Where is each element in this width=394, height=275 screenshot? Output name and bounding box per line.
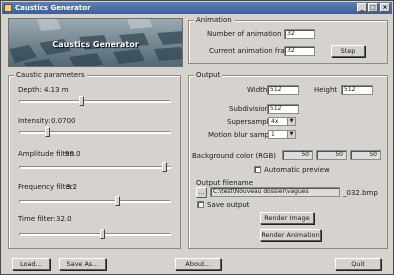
output-filename-suffix: _032.bmp (343, 189, 378, 197)
motion-blur-value: 1 (271, 131, 275, 138)
animation-group-title: Animation (194, 16, 234, 24)
depth-slider-thumb[interactable] (79, 96, 84, 106)
amplitude-slider-track (19, 166, 171, 169)
save-output-checkbox[interactable] (197, 201, 204, 208)
time-slider[interactable] (19, 229, 171, 239)
render-image-button[interactable]: Render Image (260, 212, 314, 224)
width-input[interactable]: 512 (267, 85, 299, 95)
save-output-label: Save output (207, 201, 250, 209)
maximize-icon[interactable]: □ (368, 3, 378, 12)
about-button[interactable]: About... (175, 258, 221, 270)
supersampling-value: 4x (271, 118, 279, 125)
bg-red-input[interactable]: 50 (282, 150, 313, 160)
output-group-title: Output (194, 71, 223, 79)
intensity-label: Intensity: (18, 117, 51, 125)
app-icon (4, 4, 12, 12)
time-slider-track (19, 233, 171, 236)
supersampling-select[interactable]: 4x ▼ (268, 117, 296, 126)
frequency-slider[interactable] (19, 196, 171, 206)
browse-folder-icon[interactable]: … (196, 187, 207, 198)
bg-blue-input[interactable]: 50 (350, 150, 381, 160)
output-group: Output Width 512 Height 512 Subdivisions… (188, 71, 388, 249)
load-button[interactable]: Load... (12, 258, 50, 270)
caustics-generator-window: Caustics Generator _ □ × Caustics Genera… (0, 0, 394, 275)
current-frame-label: Current animation frame (209, 47, 296, 55)
height-label: Height (314, 86, 338, 94)
banner-image: Caustics Generator (8, 18, 183, 67)
chevron-down-icon[interactable]: ▼ (287, 131, 295, 138)
caustic-parameters-group: Caustic parameters Depth: 4.13 m Intensi… (8, 71, 181, 249)
time-slider-thumb[interactable] (100, 229, 105, 239)
width-label: Width (247, 86, 268, 94)
depth-value: 4.13 m (44, 86, 69, 94)
time-label: Time filter: (18, 215, 56, 223)
output-filename-input[interactable]: C:\test\Nouveau dossier\vagues (210, 187, 340, 197)
automatic-preview-label: Automatic preview (264, 166, 330, 174)
current-frame-input[interactable]: 32 (284, 46, 315, 56)
intensity-slider[interactable] (19, 127, 171, 137)
window-title: Caustics Generator (15, 4, 91, 12)
output-filename-label: Output filename (196, 179, 254, 187)
minimize-icon[interactable]: _ (357, 3, 367, 12)
depth-label: Depth: (18, 86, 42, 94)
frames-input[interactable]: 32 (284, 29, 315, 39)
title-bar[interactable]: Caustics Generator _ □ × (2, 2, 392, 14)
intensity-value: 0.0700 (51, 117, 76, 125)
motion-blur-select[interactable]: 1 ▼ (268, 130, 296, 139)
height-input[interactable]: 512 (341, 85, 373, 95)
frequency-slider-thumb[interactable] (115, 196, 120, 206)
chevron-down-icon[interactable]: ▼ (287, 118, 295, 125)
amplitude-value: 99.0 (65, 150, 81, 158)
frequency-value: 3.2 (66, 183, 78, 191)
render-animation-button[interactable]: Render Animation (260, 229, 321, 241)
background-color-label: Background color (RGB) (192, 152, 276, 160)
depth-slider[interactable] (19, 96, 171, 106)
automatic-preview-checkbox[interactable] (254, 166, 261, 173)
step-button[interactable]: Step (331, 45, 365, 57)
amplitude-slider-thumb[interactable] (162, 162, 167, 172)
intensity-slider-track (19, 131, 171, 134)
animation-group: Animation Number of animation frames 32 … (188, 16, 388, 64)
subdivisions-input[interactable]: 512 (267, 104, 299, 114)
intensity-slider-thumb[interactable] (45, 127, 50, 137)
depth-slider-track (19, 100, 171, 103)
time-value: 32.0 (56, 215, 72, 223)
close-icon[interactable]: × (380, 3, 390, 12)
caustic-parameters-title: Caustic parameters (14, 71, 87, 79)
quit-button[interactable]: Quit (335, 258, 381, 270)
amplitude-slider[interactable] (19, 162, 171, 172)
bg-green-input[interactable]: 50 (316, 150, 347, 160)
save-as-button[interactable]: Save As... (59, 258, 106, 270)
frequency-slider-track (19, 200, 171, 203)
banner-title: Caustics Generator (52, 40, 139, 49)
